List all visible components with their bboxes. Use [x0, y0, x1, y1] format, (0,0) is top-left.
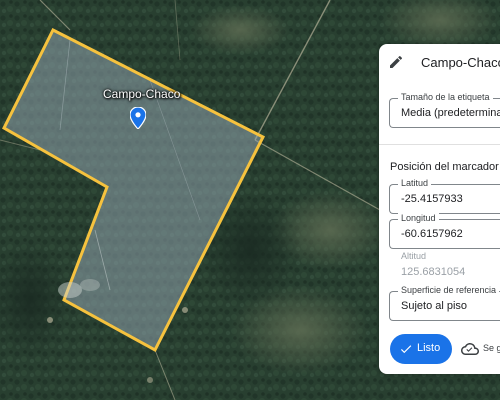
reference-surface-select[interactable]: Superficie de referencia Sujeto al piso [389, 285, 500, 321]
latitude-value: -25.4157933 [401, 193, 463, 205]
placemark-edit-panel: Campo-Chaco Tamaño de la etiqueta Media … [379, 44, 500, 374]
longitude-value: -60.6157962 [401, 228, 463, 240]
latitude-label: Latitud [398, 178, 432, 188]
altitude-label: Altitud [398, 251, 430, 261]
check-icon [400, 345, 412, 354]
altitude-value: 125.6831054 [401, 266, 466, 278]
panel-header: Campo-Chaco [379, 44, 500, 80]
label-size-select[interactable]: Tamaño de la etiqueta Media (predetermin… [389, 92, 500, 128]
save-status-label: Se g [483, 343, 500, 353]
cloud-done-icon [461, 343, 479, 355]
latitude-field[interactable]: Latitud -25.4157933 [389, 178, 500, 214]
longitude-label: Longitud [398, 213, 439, 223]
done-label: Listo [417, 342, 441, 354]
altitude-field: Altitud 125.6831054 [389, 251, 500, 287]
placemark-label[interactable]: Campo-Chaco [103, 87, 180, 101]
section-divider [379, 144, 500, 145]
map-view[interactable]: Campo-Chaco Campo-Chaco Tamaño de la eti… [0, 0, 500, 400]
pencil-icon[interactable] [388, 54, 404, 70]
reference-surface-label: Superficie de referencia [398, 285, 500, 295]
marker-position-heading: Posición del marcador [390, 161, 499, 173]
label-size-label: Tamaño de la etiqueta [398, 92, 493, 102]
label-size-value: Media (predeterminada) [401, 107, 500, 119]
panel-title[interactable]: Campo-Chaco [421, 55, 500, 70]
longitude-field[interactable]: Longitud -60.6157962 [389, 213, 500, 249]
reference-surface-value: Sujeto al piso [401, 300, 468, 312]
map-pin-icon[interactable] [130, 107, 146, 129]
done-button[interactable]: Listo [390, 334, 452, 364]
